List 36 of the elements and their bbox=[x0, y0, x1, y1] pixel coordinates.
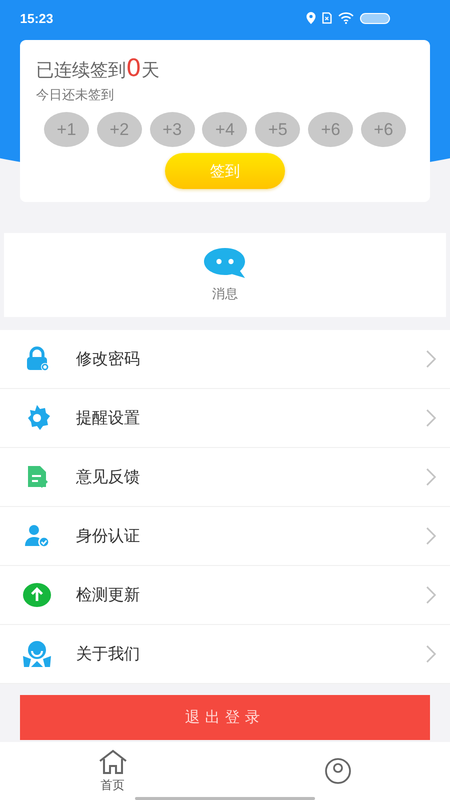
chevron-icon bbox=[426, 409, 436, 427]
day-reward: +2 bbox=[96, 112, 142, 147]
checkin-streak: 已连续签到0天 bbox=[36, 54, 160, 82]
day-reward: +5 bbox=[255, 112, 300, 147]
wifi-icon bbox=[338, 12, 354, 24]
day-reward: +3 bbox=[150, 112, 195, 147]
day-reward: +6 bbox=[360, 112, 406, 147]
battery-icon bbox=[360, 12, 390, 24]
checkin-status: 今日还未签到 bbox=[36, 87, 115, 104]
menu-label: 身份认证 bbox=[76, 526, 141, 546]
status-time: 15:23 bbox=[20, 10, 54, 26]
mascot-icon bbox=[22, 640, 52, 668]
menu-label: 意见反馈 bbox=[76, 466, 141, 488]
menu-label: 关于我们 bbox=[76, 644, 141, 664]
chevron-icon bbox=[426, 527, 436, 545]
menu-label: 检测更新 bbox=[76, 584, 141, 606]
menu-label: 提醒设置 bbox=[76, 408, 141, 428]
menu-item[interactable]: 意见反馈 bbox=[0, 448, 450, 507]
chevron-icon bbox=[426, 586, 436, 604]
day-reward: +4 bbox=[202, 112, 248, 147]
chevron-icon bbox=[426, 645, 436, 663]
chevron-icon bbox=[426, 350, 436, 368]
day-reward: +1 bbox=[44, 112, 89, 147]
location-icon bbox=[306, 12, 316, 24]
menu-item[interactable]: 检测更新 bbox=[0, 566, 450, 625]
sim-icon bbox=[322, 12, 332, 24]
chat-bubble-icon[interactable] bbox=[203, 247, 247, 279]
chevron-icon bbox=[426, 468, 436, 486]
menu-item[interactable]: 关于我们 bbox=[0, 625, 450, 684]
menu-item[interactable]: 修改密码 bbox=[0, 330, 450, 389]
menu-item[interactable]: 提醒设置 bbox=[0, 389, 450, 448]
menu-item[interactable]: 身份认证 bbox=[0, 507, 450, 566]
menu-label: 修改密码 bbox=[76, 348, 141, 370]
day-reward: +6 bbox=[308, 112, 354, 147]
messages-label[interactable]: 消息 bbox=[212, 285, 238, 303]
home-icon bbox=[98, 748, 128, 774]
